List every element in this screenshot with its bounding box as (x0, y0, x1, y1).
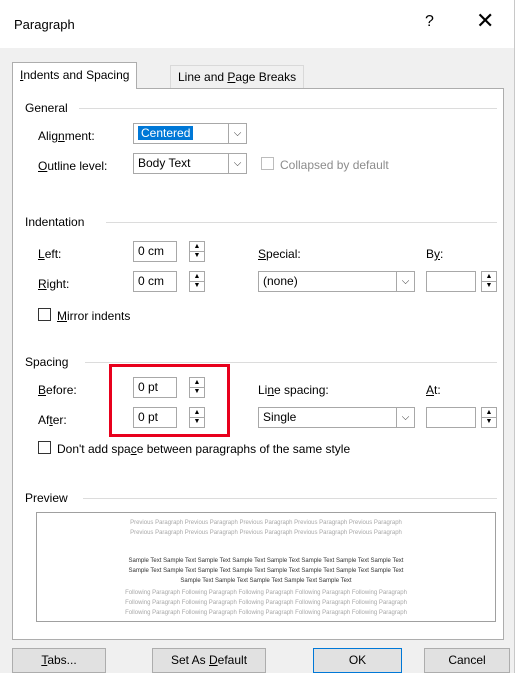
at-input[interactable] (426, 407, 476, 428)
outline-level-dropdown[interactable]: Body Text (133, 153, 229, 174)
dont-add-space-label: Don't add space between paragraphs of th… (57, 442, 351, 456)
preview-heading: Preview (25, 491, 68, 505)
collapsed-label: Collapsed by default (280, 158, 389, 172)
by-input[interactable] (426, 271, 476, 292)
help-icon[interactable]: ? (425, 13, 434, 31)
right-indent-spinner[interactable]: ▲ ▼ (189, 271, 205, 292)
left-indent-value: 0 cm (138, 244, 165, 258)
by-label: By: (426, 247, 444, 261)
collapsed-checkbox (261, 157, 274, 170)
tab-indents-label: Indents and Spacing (20, 68, 130, 82)
divider (85, 362, 497, 363)
after-label: After: (38, 413, 67, 427)
preview-previous-line: Previous Paragraph Previous Paragraph Pr… (130, 530, 402, 536)
divider (79, 108, 497, 109)
tab-line-and-page-breaks[interactable]: Line and Page Breaks (170, 65, 305, 88)
chevron-down-icon[interactable]: ⌵ (396, 271, 415, 292)
alignment-value: Centered (138, 126, 194, 140)
highlight-box (109, 364, 230, 437)
preview-previous-line: Previous Paragraph Previous Paragraph Pr… (130, 520, 402, 526)
at-spinner[interactable]: ▲ ▼ (481, 407, 497, 428)
special-label: Special: (258, 247, 301, 261)
special-value: (none) (263, 274, 298, 288)
by-spinner[interactable]: ▲ ▼ (481, 271, 497, 292)
indentation-heading: Indentation (25, 215, 85, 229)
ok-button[interactable]: OK (313, 648, 402, 673)
preview-box: Previous Paragraph Previous Paragraph Pr… (36, 512, 496, 622)
mirror-indents-label: Mirror indents (57, 309, 131, 323)
close-icon[interactable]: ✕ (476, 8, 494, 34)
preview-following-line: Following Paragraph Following Paragraph … (125, 610, 407, 616)
special-dropdown[interactable]: (none) (258, 271, 397, 292)
preview-sample-line: Sample Text Sample Text Sample Text Samp… (128, 558, 404, 564)
left-indent-input[interactable]: 0 cm (133, 241, 177, 262)
chevron-down-icon[interactable]: ⌵ (396, 407, 415, 428)
chevron-down-icon[interactable]: ⌵ (228, 153, 247, 174)
line-spacing-value: Single (263, 410, 297, 424)
line-spacing-dropdown[interactable]: Single (258, 407, 397, 428)
divider (106, 222, 497, 223)
mirror-indents-checkbox[interactable] (38, 308, 51, 321)
preview-sample-line: Sample Text Sample Text Sample Text Samp… (180, 578, 352, 584)
spacing-heading: Spacing (25, 355, 69, 369)
right-indent-value: 0 cm (138, 274, 165, 288)
paragraph-dialog: Paragraph ? ✕ Indents and Spacing Line a… (0, 0, 515, 673)
general-heading: General (25, 101, 68, 115)
before-label: Before: (38, 383, 77, 397)
at-label: At: (426, 383, 441, 397)
cancel-button[interactable]: Cancel (424, 648, 510, 673)
right-label: Right: (38, 277, 70, 291)
alignment-label: Alignment: (38, 129, 95, 143)
left-label: Left: (38, 247, 62, 261)
preview-following-line: Following Paragraph Following Paragraph … (125, 590, 407, 596)
tab-indents-and-spacing[interactable]: Indents and Spacing (12, 62, 138, 89)
right-indent-input[interactable]: 0 cm (133, 271, 177, 292)
title-bar: Paragraph ? ✕ (0, 0, 514, 48)
outline-level-label: Outline level: (38, 159, 108, 173)
tab-breaks-label: Line and Page Breaks (178, 70, 297, 84)
preview-sample-line: Sample Text Sample Text Sample Text Samp… (128, 568, 404, 574)
dialog-title: Paragraph (14, 17, 75, 32)
preview-following-line: Following Paragraph Following Paragraph … (125, 600, 407, 606)
tabs-button[interactable]: Tabs... (12, 648, 106, 673)
line-spacing-label: Line spacing: (258, 383, 329, 397)
set-as-default-button[interactable]: Set As Default (152, 648, 266, 673)
left-indent-spinner[interactable]: ▲ ▼ (189, 241, 205, 262)
alignment-dropdown[interactable]: Centered (133, 123, 229, 144)
outline-level-value: Body Text (138, 156, 191, 170)
divider (83, 498, 497, 499)
chevron-down-icon[interactable]: ⌵ (228, 123, 247, 144)
dont-add-space-checkbox[interactable] (38, 441, 51, 454)
